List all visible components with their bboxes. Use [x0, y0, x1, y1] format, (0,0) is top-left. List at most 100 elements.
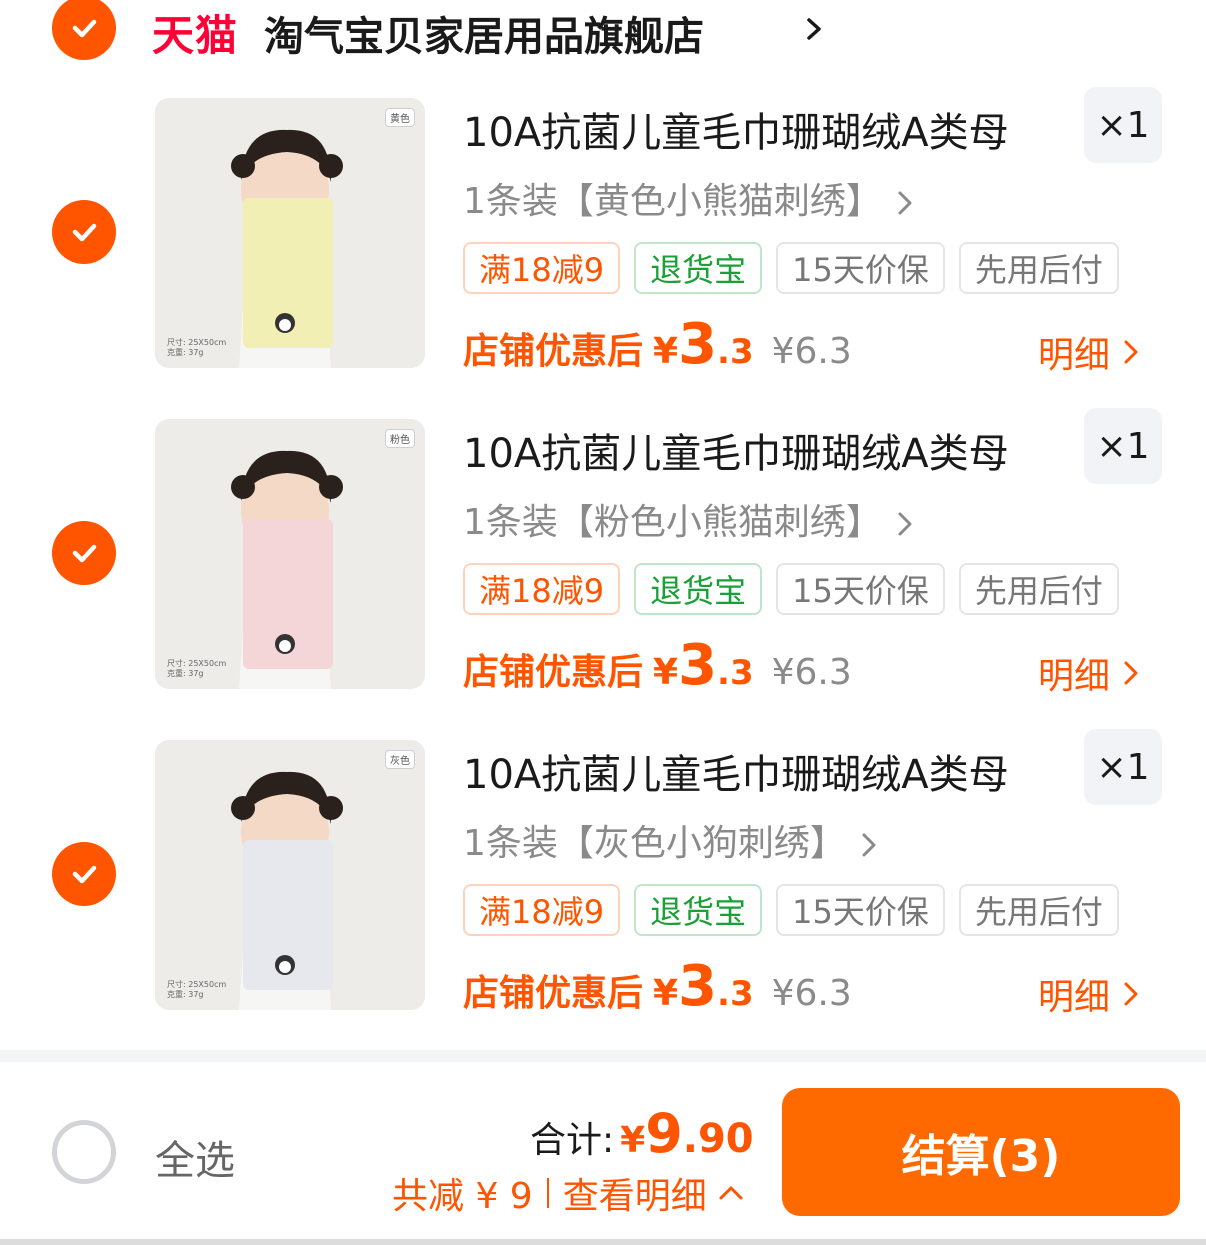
price-currency: ¥	[653, 652, 679, 693]
bottom-edge	[0, 1239, 1206, 1245]
discount-text: 共减 ¥ 9	[392, 1176, 533, 1217]
service-tags: 满18减9 退货宝 15天价保 先用后付	[463, 242, 1119, 294]
chevron-right-icon	[898, 512, 912, 536]
price-protection-tag: 15天价保	[776, 563, 945, 615]
sku-text: 1条装【灰色小狗刺绣】	[463, 823, 846, 864]
detail-label: 明细	[1038, 335, 1111, 376]
sku-selector[interactable]: 1条装【黄色小熊猫刺绣】	[463, 172, 914, 224]
pay-later-tag: 先用后付	[958, 884, 1119, 936]
weight-text: 克重: 37g	[167, 669, 204, 678]
price-currency: ¥	[653, 973, 679, 1014]
item-select-checkbox[interactable]	[52, 842, 116, 906]
weight-text: 克重: 37g	[167, 990, 204, 999]
pay-later-tag: 先用后付	[958, 563, 1119, 615]
product-thumbnail[interactable]: 黄色 尺寸: 25X50cm 克重: 37g	[155, 98, 425, 368]
product-thumbnail[interactable]: 粉色尺寸: 25X50cm 克重: 37g	[155, 419, 425, 689]
product-photo	[155, 419, 425, 689]
checkout-bar: 全选 合计: ¥ 9 .90 共减 ¥ 9 查看明细 结算(3)	[0, 1062, 1206, 1245]
price-row: 店铺优惠后 ¥3.3 ¥6.3	[463, 954, 852, 1019]
original-price: ¥6.3	[771, 973, 852, 1014]
chevron-right-icon	[1124, 982, 1138, 1006]
quantity-button[interactable]: ×1	[1084, 729, 1162, 805]
total-price: 合计: ¥ 9 .90	[530, 1102, 754, 1165]
cart-item: 黄色 尺寸: 25X50cm 克重: 37g 10A抗菌儿童毛巾珊瑚绒A类母 ×1 1条装…	[0, 87, 1206, 398]
chevron-right-icon[interactable]	[800, 12, 828, 46]
tmall-logo: 天猫	[152, 11, 239, 60]
item-select-checkbox[interactable]	[52, 200, 116, 264]
section-divider	[0, 1050, 1206, 1062]
item-select-checkbox[interactable]	[52, 521, 116, 585]
view-detail-link[interactable]: 查看明细	[563, 1167, 707, 1219]
service-tags: 满18减9 退货宝 15天价保 先用后付	[463, 563, 1119, 615]
store-select-checkbox[interactable]	[52, 0, 116, 60]
sku-selector[interactable]: 1条装【灰色小狗刺绣】	[463, 814, 878, 866]
price-label: 店铺优惠后	[463, 331, 644, 372]
price-label: 店铺优惠后	[463, 973, 644, 1014]
discount-summary[interactable]: 共减 ¥ 9 查看明细	[392, 1167, 745, 1219]
pay-later-tag: 先用后付	[958, 242, 1119, 294]
product-title[interactable]: 10A抗菌儿童毛巾珊瑚绒A类母	[463, 100, 1009, 158]
price-detail-link[interactable]: 明细	[1038, 968, 1140, 1020]
select-all-checkbox[interactable]	[52, 1120, 116, 1184]
checkmark-icon	[72, 865, 97, 884]
price-protection-tag: 15天价保	[776, 242, 945, 294]
product-title[interactable]: 10A抗菌儿童毛巾珊瑚绒A类母	[463, 421, 1009, 479]
size-text: 尺寸: 25X50cm	[167, 980, 227, 989]
chevron-right-icon	[1124, 340, 1138, 364]
price-row: 店铺优惠后 ¥3.3 ¥6.3	[463, 312, 852, 377]
sku-selector[interactable]: 1条装【粉色小熊猫刺绣】	[463, 493, 914, 545]
size-note: 尺寸: 25X50cm 克重: 37g	[167, 980, 226, 1000]
checkout-button[interactable]: 结算(3)	[782, 1088, 1180, 1216]
quantity-button[interactable]: ×1	[1084, 408, 1162, 484]
price-integer: 3	[678, 312, 718, 377]
price-label: 店铺优惠后	[463, 652, 644, 693]
chevron-right-icon	[1124, 661, 1138, 685]
cart-item: 粉色尺寸: 25X50cm 克重: 37g 10A抗菌儿童毛巾珊瑚绒A类母 ×1 1条装…	[0, 408, 1206, 719]
price-decimal: .3	[717, 332, 754, 372]
return-insurance-tag: 退货宝	[634, 242, 763, 294]
total-decimal: .90	[682, 1116, 754, 1162]
color-tag: 粉色	[385, 429, 415, 448]
weight-text: 克重: 37g	[167, 348, 204, 357]
chevron-right-icon	[898, 191, 912, 215]
original-price: ¥6.3	[771, 331, 852, 372]
promo-tag: 满18减9	[463, 563, 621, 615]
price-integer: 3	[678, 954, 718, 1019]
size-note: 尺寸: 25X50cm 克重: 37g	[167, 659, 226, 679]
product-title[interactable]: 10A抗菌儿童毛巾珊瑚绒A类母	[463, 742, 1009, 800]
sku-text: 1条装【粉色小熊猫刺绣】	[463, 502, 882, 543]
price-decimal: .3	[717, 974, 754, 1014]
size-text: 尺寸: 25X50cm	[167, 338, 227, 347]
price-integer: 3	[678, 633, 718, 698]
store-header: 天猫 淘气宝贝家居用品旗舰店	[0, 0, 1206, 62]
price-currency: ¥	[653, 331, 679, 372]
chevron-up-icon[interactable]	[717, 1184, 745, 1202]
detail-label: 明细	[1038, 656, 1111, 697]
detail-label: 明细	[1038, 977, 1111, 1018]
product-thumbnail[interactable]: 灰色尺寸: 25X50cm 克重: 37g	[155, 740, 425, 1010]
separator	[546, 1178, 549, 1208]
total-currency: ¥	[620, 1120, 646, 1161]
price-detail-link[interactable]: 明细	[1038, 647, 1140, 699]
size-note: 尺寸: 25X50cm 克重: 37g	[167, 338, 226, 358]
service-tags: 满18减9 退货宝 15天价保 先用后付	[463, 884, 1119, 936]
size-text: 尺寸: 25X50cm	[167, 659, 227, 668]
price-decimal: .3	[717, 653, 754, 693]
sku-text: 1条装【黄色小熊猫刺绣】	[463, 181, 882, 222]
price-protection-tag: 15天价保	[776, 884, 945, 936]
quantity-button[interactable]: ×1	[1084, 87, 1162, 163]
product-photo	[155, 98, 425, 368]
checkmark-icon	[72, 19, 97, 38]
total-integer: 9	[645, 1102, 683, 1165]
return-insurance-tag: 退货宝	[634, 563, 763, 615]
chevron-right-icon	[862, 833, 876, 857]
promo-tag: 满18减9	[463, 884, 621, 936]
select-all-label[interactable]: 全选	[155, 1128, 235, 1186]
checkmark-icon	[72, 544, 97, 563]
checkmark-icon	[72, 223, 97, 242]
promo-tag: 满18减9	[463, 242, 621, 294]
original-price: ¥6.3	[771, 652, 852, 693]
color-tag: 灰色	[385, 750, 415, 769]
store-name[interactable]: 淘气宝贝家居用品旗舰店	[264, 4, 704, 62]
price-detail-link[interactable]: 明细	[1038, 326, 1140, 378]
